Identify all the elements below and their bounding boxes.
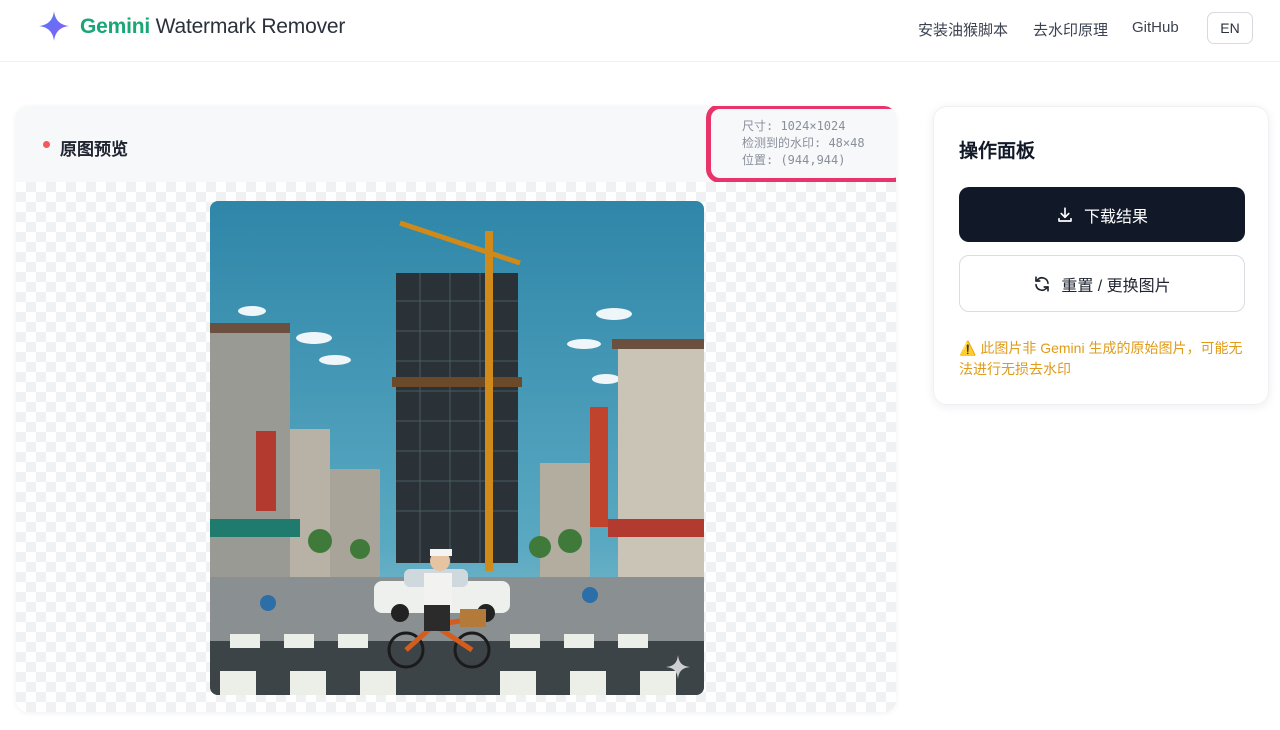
brand-accent: Gemini [80, 15, 150, 38]
preview-header: 原图预览 尺寸: 1024×1024 检测到的水印: 48×48 位置: (94… [16, 106, 896, 183]
language-toggle-button[interactable]: EN [1207, 12, 1253, 44]
download-result-button[interactable]: 下载结果 [959, 187, 1245, 242]
status-dot [43, 141, 50, 148]
original-preview-card: 原图预览 尺寸: 1024×1024 检测到的水印: 48×48 位置: (94… [16, 106, 896, 712]
brand-rest: Watermark Remover [149, 15, 346, 38]
download-icon [1056, 206, 1074, 224]
gemini-star-icon[interactable] [38, 10, 70, 42]
image-meta: 尺寸: 1024×1024 检测到的水印: 48×48 位置: (944,944… [742, 118, 865, 169]
meta-watermark-size: 检测到的水印: 48×48 [742, 136, 865, 150]
refresh-icon [1033, 275, 1051, 293]
nav-install-userscript[interactable]: 安装油猴脚本 [918, 19, 1008, 40]
nav-github[interactable]: GitHub [1132, 19, 1179, 36]
non-gemini-warning: ⚠️ 此图片非 Gemini 生成的原始图片，可能无法进行无损去水印 [959, 340, 1243, 377]
meta-size: 尺寸: 1024×1024 [742, 119, 846, 133]
brand-title[interactable]: Gemini Watermark Remover [80, 15, 345, 39]
meta-position: 位置: (944,944) [742, 153, 846, 167]
reset-label: 重置 / 更换图片 [1061, 277, 1171, 295]
nav-watermark-principle[interactable]: 去水印原理 [1033, 19, 1108, 40]
control-panel: 操作面板 下载结果 重置 / 更换图片 ⚠️ 此图片非 Gemini 生成的原始… [933, 106, 1269, 405]
download-label: 下载结果 [1083, 208, 1148, 226]
top-header: Gemini Watermark Remover 安装油猴脚本 去水印原理 Gi… [0, 0, 1280, 62]
panel-title: 操作面板 [959, 141, 1036, 162]
reset-replace-image-button[interactable]: 重置 / 更换图片 [959, 255, 1245, 312]
preview-title: 原图预览 [60, 140, 128, 159]
preview-image [210, 201, 704, 695]
